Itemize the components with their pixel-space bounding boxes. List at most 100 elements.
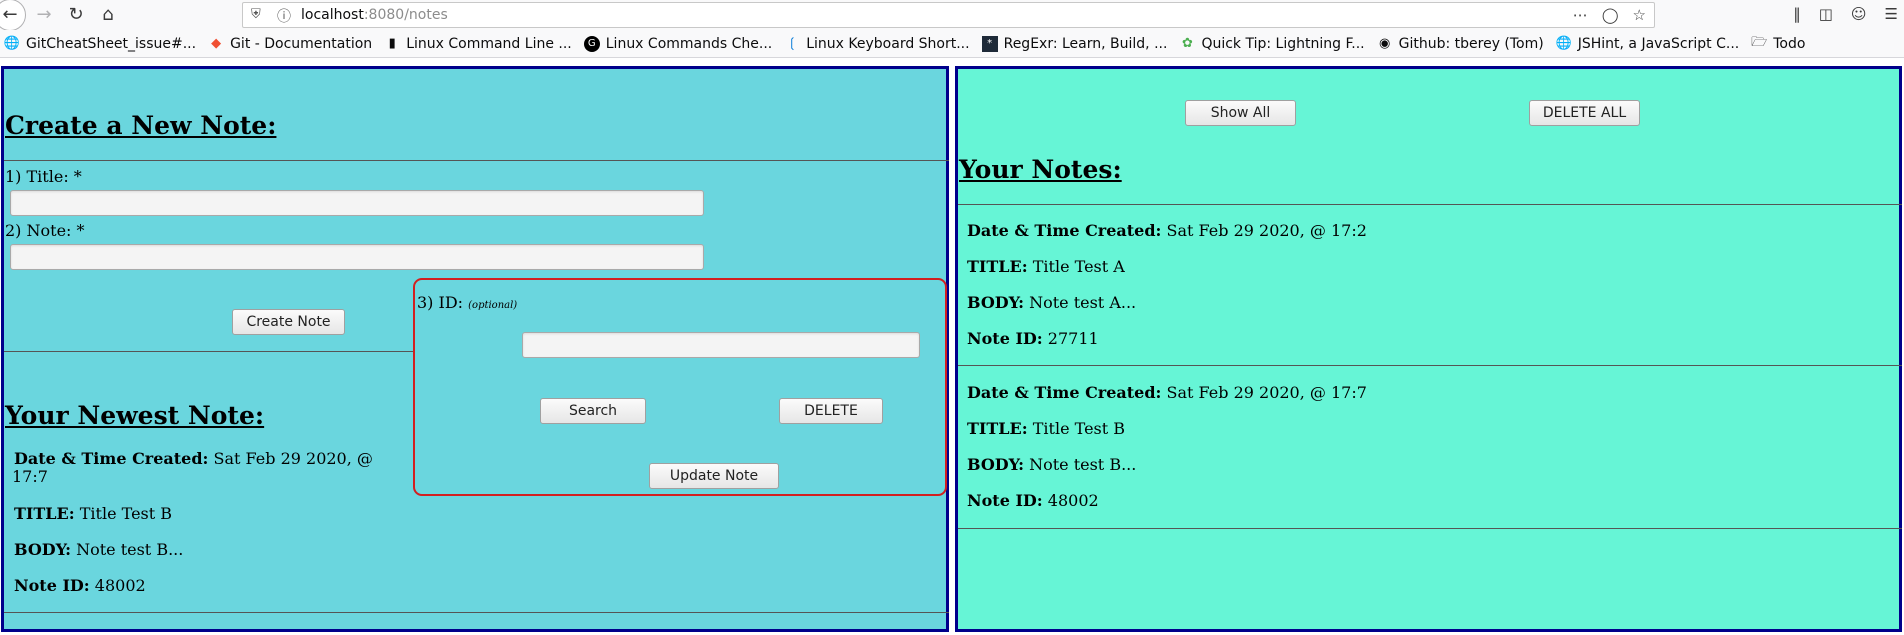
bookmark-item[interactable]: 🌐 JSHint, a JavaScript C... — [1555, 35, 1740, 52]
date-value: Sat Feb 29 2020, @ 17:2 — [1166, 221, 1367, 240]
title-label: TITLE: — [967, 419, 1028, 438]
pocket-icon[interactable]: ◯ — [1602, 6, 1619, 24]
bookmark-label: Quick Tip: Lightning F... — [1201, 35, 1365, 52]
bookmarks-bar: 🌐 GitCheatSheet_issue#... ◆ Git - Document… — [0, 30, 1904, 58]
note-id-line: Note ID: 48002 — [967, 491, 1099, 510]
search-button[interactable]: Search — [540, 398, 646, 424]
date-label: Date & Time Created: — [14, 449, 209, 468]
sidebar-icon[interactable]: ◫ — [1819, 5, 1833, 23]
note-label: 2) Note: * — [5, 221, 85, 240]
bookmark-item[interactable]: * RegExr: Learn, Build, ... — [981, 35, 1168, 52]
url-bar[interactable]: ⛨ ⓘ localhost:8080/notes ⋯ ◯ ☆ — [242, 2, 1655, 28]
bookmark-label: Git - Documentation — [230, 35, 373, 52]
newest-title-line: TITLE: Title Test B — [14, 504, 172, 523]
divider — [4, 612, 949, 613]
bookmark-item[interactable]: G Linux Commands Che... — [583, 35, 773, 52]
newest-date-line: Date & Time Created: Sat Feb 29 2020, @ — [14, 449, 373, 468]
home-icon[interactable]: ⌂ — [94, 2, 122, 28]
delete-all-button[interactable]: DELETE ALL — [1529, 100, 1640, 126]
bookmark-item[interactable]: ◉ Github: tberey (Tom) — [1377, 36, 1544, 52]
bookmark-item[interactable]: ✿ Quick Tip: Lightning F... — [1179, 35, 1365, 52]
url-path: :8080/notes — [363, 7, 448, 23]
menu-icon[interactable]: ☰ — [1885, 5, 1898, 23]
bookmark-item[interactable]: ▮ Linux Command Line ... — [384, 36, 572, 52]
newest-date-line-cont: 17:7 — [12, 467, 48, 486]
newest-body-line: BODY: Note test B... — [14, 540, 183, 559]
note-title-line: TITLE: Title Test A — [967, 257, 1125, 276]
body-value: Note test B... — [76, 540, 184, 559]
account-icon[interactable]: ☺ — [1851, 5, 1867, 23]
create-note-panel: Create a New Note: 1) Title: * 2) Note: … — [1, 66, 949, 632]
bookmark-label: Github: tberey (Tom) — [1398, 35, 1544, 52]
bookmark-item[interactable]: 🌐 GitCheatSheet_issue#... — [4, 36, 196, 52]
bookmark-label: JSHint, a JavaScript C... — [1577, 35, 1740, 52]
title-value: Title Test B — [79, 504, 173, 523]
id-label: Note ID: — [967, 491, 1043, 510]
id-label: Note ID: — [967, 329, 1043, 348]
body-value: Note test B... — [1029, 455, 1137, 474]
title-label: 1) Title: * — [5, 167, 82, 186]
bookmark-star-icon[interactable]: ☆ — [1633, 6, 1646, 24]
id-box: 3) ID: (optional) Search DELETE Update N… — [413, 278, 947, 496]
id-input[interactable] — [522, 332, 920, 358]
id-value: 27711 — [1047, 329, 1099, 348]
title-label: TITLE: — [14, 504, 75, 523]
date-value: Sat Feb 29 2020, @ — [213, 449, 373, 468]
divider — [958, 365, 1902, 366]
title-label: TITLE: — [967, 257, 1028, 276]
id-label-text: 3) ID: — [417, 293, 464, 312]
title-value: Title Test A — [1032, 257, 1125, 276]
g-icon: G — [583, 35, 600, 52]
reload-icon[interactable]: ↻ — [62, 2, 90, 28]
id-value: 48002 — [1047, 491, 1099, 510]
git-icon: ◆ — [211, 36, 222, 51]
bookmark-label: Linux Commands Che... — [605, 35, 773, 52]
leaf-icon: ✿ — [1181, 36, 1193, 51]
bookmark-item[interactable]: 🗁 Todo — [1751, 34, 1806, 52]
back-arrow-icon[interactable]: ← — [0, 0, 26, 31]
id-value: 48002 — [94, 576, 146, 595]
divider — [4, 160, 949, 161]
id-label: 3) ID: (optional) — [417, 293, 517, 312]
show-all-button[interactable]: Show All — [1185, 100, 1296, 126]
bookmark-label: Todo — [1773, 35, 1806, 52]
date-value: Sat Feb 29 2020, @ 17:7 — [1166, 383, 1367, 402]
title-input[interactable] — [10, 190, 704, 216]
body-label: BODY: — [14, 540, 71, 559]
newest-id-line: Note ID: 48002 — [14, 576, 146, 595]
your-notes-heading: Your Notes: — [959, 155, 1122, 184]
bookmark-label: RegExr: Learn, Build, ... — [1003, 35, 1168, 52]
page-actions-icon[interactable]: ⋯ — [1573, 6, 1588, 24]
library-icon[interactable]: ‖ — [1793, 5, 1801, 23]
note-title-line: TITLE: Title Test B — [967, 419, 1125, 438]
globe-icon: 🌐 — [1555, 36, 1572, 51]
globe-icon: 🌐 — [3, 36, 21, 51]
body-label: BODY: — [967, 293, 1024, 312]
folder-icon: 🗁 — [1751, 34, 1768, 50]
body-value: Note test A... — [1029, 293, 1137, 312]
bookmark-label: Linux Command Line ... — [406, 35, 572, 52]
shield-icon[interactable]: ⛨ — [251, 7, 261, 22]
create-note-button[interactable]: Create Note — [232, 309, 345, 335]
date-label: Date & Time Created: — [967, 383, 1162, 402]
divider — [4, 351, 413, 352]
body-label: BODY: — [967, 455, 1024, 474]
url-text[interactable]: localhost:8080/notes — [301, 7, 448, 23]
update-note-button[interactable]: Update Note — [649, 463, 779, 489]
bookmark-item[interactable]: ❲ Linux Keyboard Short... — [784, 36, 970, 52]
terminal-icon: ▮ — [388, 36, 396, 51]
note-input[interactable] — [10, 244, 704, 270]
title-value: Title Test B — [1032, 419, 1126, 438]
note-body-line: BODY: Note test A... — [967, 293, 1136, 312]
note-date-line: Date & Time Created: Sat Feb 29 2020, @ … — [967, 383, 1367, 402]
url-host: localhost — [301, 7, 364, 23]
delete-button[interactable]: DELETE — [779, 398, 883, 424]
forward-arrow-icon[interactable]: → — [30, 2, 58, 28]
regex-icon: * — [981, 35, 998, 52]
info-icon[interactable]: ⓘ — [277, 6, 291, 26]
bookmark-item[interactable]: ◆ Git - Documentation — [208, 36, 372, 52]
note-id-line: Note ID: 27711 — [967, 329, 1099, 348]
create-note-heading: Create a New Note: — [5, 111, 277, 140]
bookmark-label: GitCheatSheet_issue#... — [26, 35, 197, 52]
date-label: Date & Time Created: — [967, 221, 1162, 240]
